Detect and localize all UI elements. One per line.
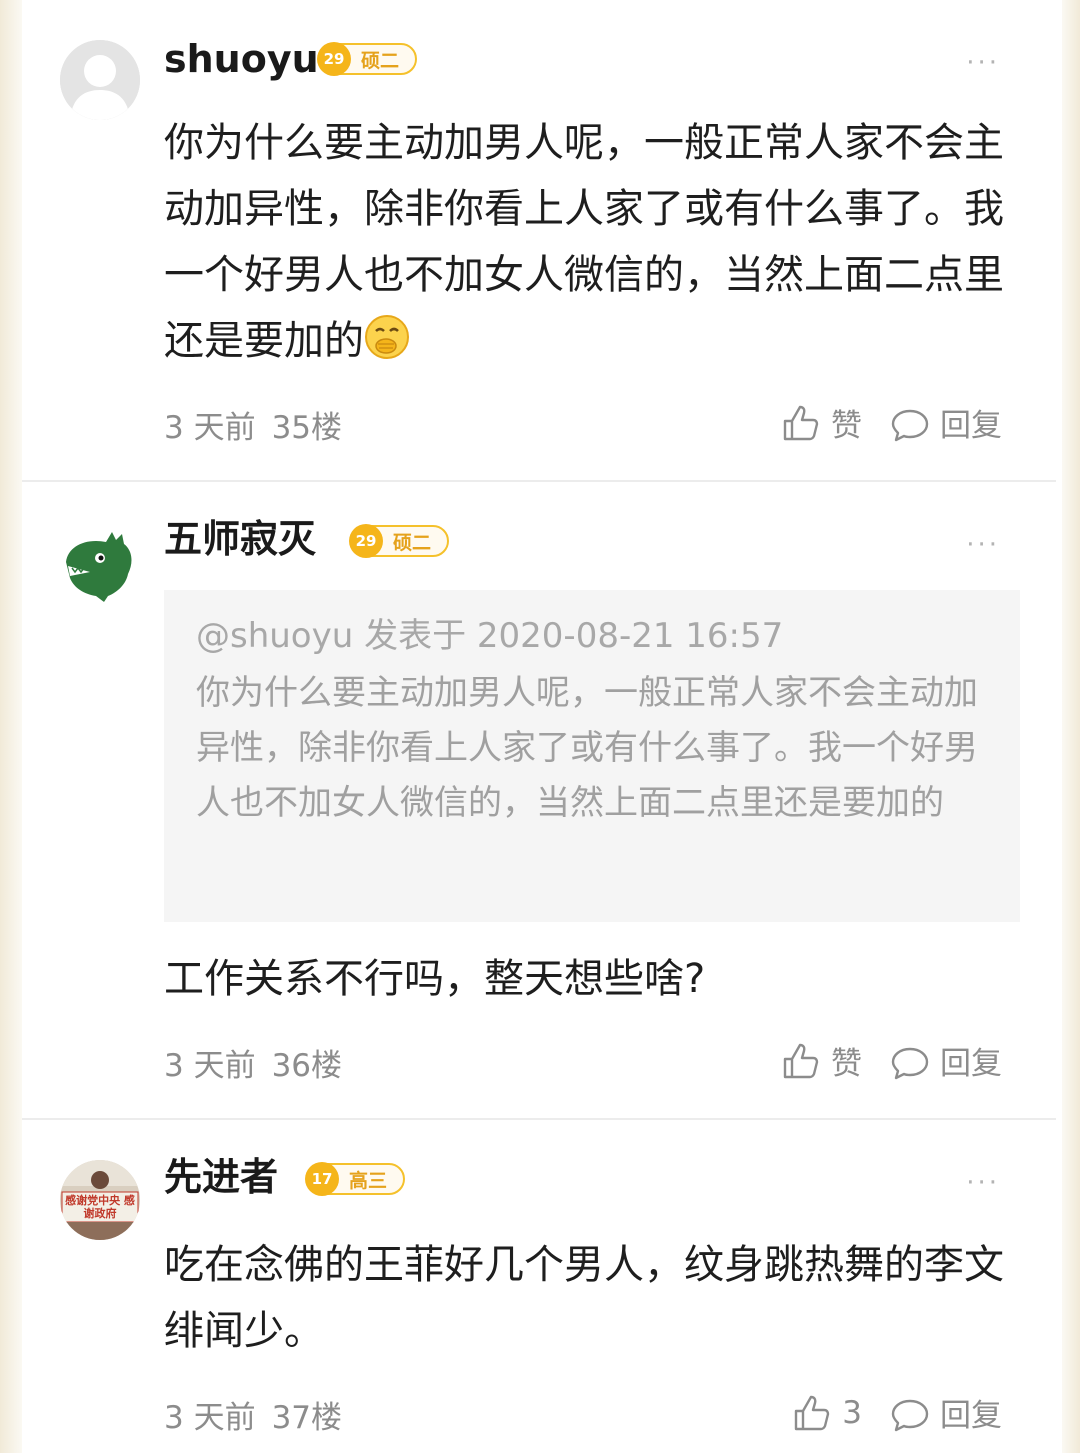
thumbs-up-icon [783, 405, 819, 440]
right-frame-edge [1062, 0, 1080, 1453]
timestamp: 3 天前 [164, 410, 256, 446]
left-frame-edge [0, 0, 22, 1453]
username[interactable]: shuoyu [164, 40, 319, 78]
comment-meta: 3 天前 37楼 [164, 1392, 342, 1437]
comment-text-content: 你为什么要主动加男人呢，一般正常人家不会主动加异性，除非你看上人家了或有什么事了… [164, 120, 1004, 364]
like-button[interactable]: 赞 [781, 400, 862, 445]
username[interactable]: 先进者 [164, 1158, 278, 1196]
avatar-sign-text: 感谢党中央 感谢政府 [65, 1194, 135, 1220]
comment-actions: 赞 回复 [781, 400, 1002, 445]
username[interactable]: 五师寂灭 [164, 520, 316, 558]
comment-text: 吃在念佛的王菲好几个男人，纹身跳热舞的李文绯闻少。 [164, 1242, 1004, 1354]
comment-meta: 3 天前 36楼 [164, 1040, 342, 1085]
floor-number: 36楼 [271, 1048, 343, 1084]
level-grade: 硕二 [361, 49, 400, 72]
like-count: 3 [842, 1394, 862, 1431]
comment-36: 五师寂灭 29 硕二 ··· @shuoyu 发表于 2020-08-21 16… [22, 482, 1062, 1118]
level-badge: 29 硕二 [349, 524, 450, 558]
thumbs-up-icon [795, 1395, 830, 1430]
avatar[interactable] [60, 522, 140, 602]
floor-number: 37楼 [271, 1400, 343, 1436]
reply-button[interactable]: 回复 [890, 1390, 1002, 1435]
comment-35: shuoyu 29 硕二 ··· 你为什么要主动加男人呢，一般正常人家不会主动加… [22, 0, 1062, 482]
avatar[interactable] [60, 40, 140, 120]
dinosaur-avatar-icon [60, 522, 140, 602]
floor-number: 35楼 [271, 410, 343, 446]
timestamp: 3 天前 [164, 1400, 256, 1436]
level-grade: 高三 [349, 1169, 388, 1192]
comment-text: 你为什么要主动加男人呢，一般正常人家不会主动加异性，除非你看上人家了或有什么事了… [164, 110, 1034, 380]
speech-bubble-icon [891, 409, 929, 441]
avatar[interactable]: 感谢党中央 感谢政府 [60, 1160, 140, 1240]
level-star-icon: 29 [349, 524, 383, 558]
comment-actions: 赞 回复 [781, 1038, 1002, 1083]
speech-bubble-icon [891, 1399, 929, 1431]
more-options-icon[interactable]: ··· [966, 1170, 1000, 1196]
reply-label: 回复 [940, 408, 1002, 444]
reply-label: 回复 [940, 1046, 1002, 1082]
level-grade: 硕二 [393, 531, 432, 554]
speech-bubble-icon [891, 1047, 929, 1079]
reply-label: 回复 [940, 1398, 1002, 1434]
level-star-icon: 17 [305, 1162, 339, 1196]
timestamp: 3 天前 [164, 1048, 256, 1084]
more-options-icon[interactable]: ··· [966, 50, 1000, 76]
like-button[interactable]: 3 [792, 1393, 862, 1433]
comment-meta: 3 天前 35楼 [164, 402, 342, 447]
level-star-icon: 29 [317, 42, 351, 76]
comment-text: 工作关系不行吗，整天想些啥? [164, 956, 706, 1002]
like-label: 赞 [831, 408, 862, 444]
level-badge: 29 硕二 [317, 42, 418, 76]
level-badge: 17 高三 [305, 1162, 406, 1196]
reply-button[interactable]: 回复 [890, 1038, 1002, 1083]
reply-button[interactable]: 回复 [890, 400, 1002, 445]
more-options-icon[interactable]: ··· [966, 532, 1000, 558]
face-with-hand-over-mouth-icon [364, 314, 410, 380]
quoted-post: @shuoyu 发表于 2020-08-21 16:57 你为什么要主动加男人呢… [164, 590, 1020, 922]
like-label: 赞 [831, 1046, 862, 1082]
like-button[interactable]: 赞 [781, 1038, 862, 1083]
comment-actions: 3 回复 [792, 1390, 1002, 1435]
quote-header: @shuoyu 发表于 2020-08-21 16:57 [196, 616, 784, 656]
default-avatar-icon [60, 40, 140, 120]
quote-text: 你为什么要主动加男人呢，一般正常人家不会主动加异性，除非你看上人家了或有什么事了… [196, 673, 978, 823]
comment-37: 感谢党中央 感谢政府 先进者 17 高三 ··· 吃在念佛的王菲好几个男人，纹身… [22, 1120, 1062, 1453]
thumbs-up-icon [783, 1043, 819, 1078]
